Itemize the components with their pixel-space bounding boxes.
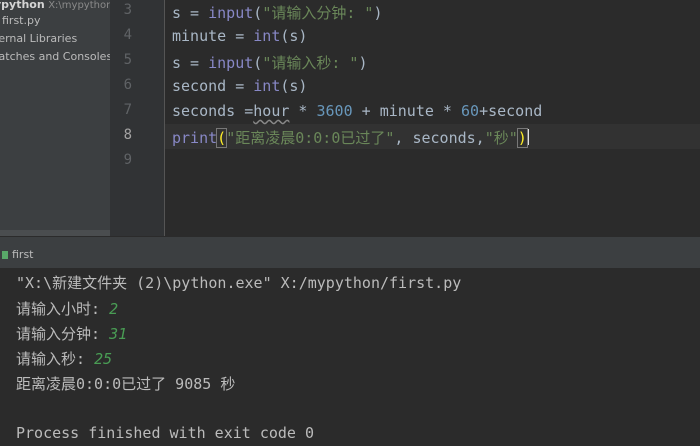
run-tab-first[interactable]: first: [12, 248, 34, 261]
project-file-item[interactable]: first.py: [0, 12, 40, 29]
code-token-function: input: [208, 54, 254, 72]
code-token-string: "请输入分钟: ": [262, 4, 374, 22]
project-root-path: X:\mypython: [48, 0, 110, 11]
console-user-input: 2: [109, 300, 119, 318]
run-tool-window-header: first: [0, 236, 700, 268]
code-token: (s): [280, 27, 308, 45]
console-line-second: 请输入秒: 25: [16, 348, 112, 369]
code-line-6[interactable]: second = int(s): [172, 77, 307, 95]
code-line-7[interactable]: seconds =hour * 3600 + minute * 60+secon…: [172, 102, 542, 120]
code-token: ): [358, 54, 368, 72]
console-line-hour: 请输入小时: 2: [16, 298, 118, 319]
code-line-5[interactable]: s = input("请输入秒: "): [172, 52, 367, 73]
console-user-input: 31: [109, 325, 128, 343]
line-number: 6: [123, 77, 132, 93]
code-line-4[interactable]: minute = int(s): [172, 27, 307, 45]
console-user-input: 25: [94, 350, 113, 368]
code-token: s =: [172, 54, 209, 72]
console-prompt: 请输入分钟:: [16, 325, 110, 343]
console-prompt: 请输入小时:: [16, 300, 110, 318]
run-console[interactable]: "X:\新建文件夹 (2)\python.exe" X:/mypython/fi…: [0, 268, 700, 446]
project-file-label: first.py: [2, 14, 41, 27]
console-command-line: "X:\新建文件夹 (2)\python.exe" X:/mypython/fi…: [16, 274, 462, 292]
text-cursor: [526, 129, 529, 145]
project-panel: ypython X:\mypython first.py ternal Libr…: [0, 0, 110, 236]
console-result-line: 距离凌晨0:0:0已过了 9085 秒: [16, 375, 236, 393]
code-token-function: print: [172, 129, 218, 147]
scratches-label: ratches and Consoles: [0, 50, 110, 63]
code-token: (: [253, 4, 263, 22]
code-line-8[interactable]: print("距离凌晨0:0:0已过了", seconds,"秒"): [172, 127, 529, 148]
line-number: 7: [123, 102, 132, 118]
code-token: second =: [172, 77, 254, 95]
code-token-bracket-match: ): [516, 128, 528, 148]
code-editor[interactable]: s = input("请输入分钟: ") minute = int(s) s =…: [165, 0, 700, 236]
code-token-string: "距离凌晨0:0:0已过了": [226, 129, 395, 147]
line-number: 3: [123, 2, 132, 18]
code-token-string: "秒": [484, 129, 518, 147]
line-number-current: 8: [123, 127, 132, 143]
code-token: + minute *: [352, 102, 461, 120]
python-run-icon: [2, 251, 8, 259]
code-token-function: input: [208, 4, 254, 22]
external-libraries-label: ternal Libraries: [0, 32, 78, 45]
code-token: +second: [479, 102, 543, 120]
code-token-warning: hour: [253, 102, 290, 120]
code-token-number: 3600: [316, 102, 353, 120]
line-number: 5: [123, 52, 132, 68]
code-token: (s): [280, 77, 308, 95]
code-token-number: 60: [461, 102, 480, 120]
console-exit-line: Process finished with exit code 0: [16, 424, 315, 442]
code-token: (: [253, 54, 263, 72]
code-token: ): [373, 4, 383, 22]
project-root-name: ypython: [0, 0, 45, 11]
code-token: seconds =: [172, 102, 254, 120]
code-token: minute =: [172, 27, 254, 45]
scratches-item[interactable]: ratches and Consoles: [0, 48, 110, 65]
code-token-function: int: [253, 27, 281, 45]
code-token-string: "请输入秒: ": [262, 54, 359, 72]
code-token: *: [289, 102, 317, 120]
code-token: , seconds,: [394, 129, 485, 147]
console-prompt: 请输入秒:: [16, 350, 95, 368]
code-token-bracket-match: (: [216, 128, 228, 148]
code-token: s =: [172, 4, 209, 22]
external-libraries-item[interactable]: ternal Libraries: [0, 30, 77, 47]
console-line-minute: 请输入分钟: 31: [16, 323, 127, 344]
line-number: 9: [123, 152, 132, 168]
code-line-3[interactable]: s = input("请输入分钟: "): [172, 2, 382, 23]
code-token-function: int: [253, 77, 281, 95]
editor-gutter: 3 4 5 6 7 8 9: [110, 0, 165, 236]
line-number: 4: [123, 27, 132, 43]
